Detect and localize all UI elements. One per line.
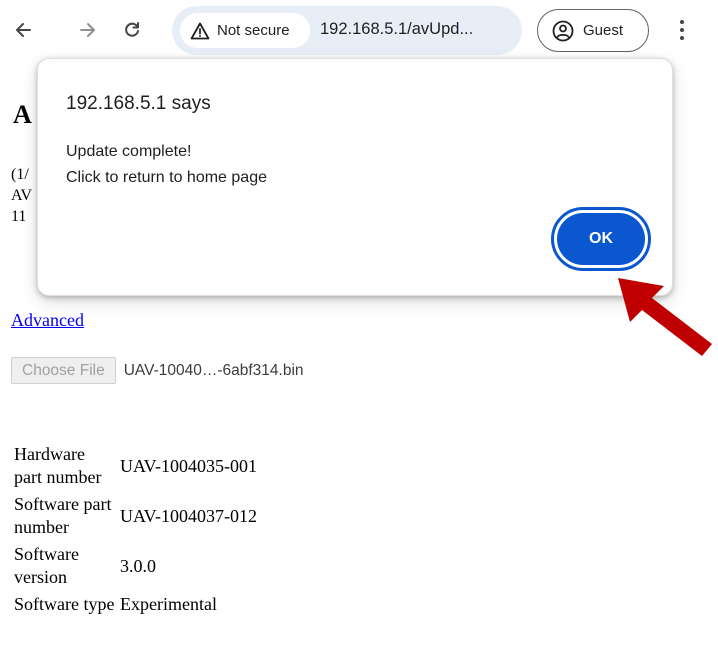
info-lines: (1/ AV 11: [11, 164, 32, 227]
browser-toolbar: Not secure 192.168.5.1/avUpd... Guest: [0, 0, 718, 62]
annotation-arrow-icon: [618, 278, 712, 356]
menu-dot-icon: [680, 20, 684, 24]
reload-button[interactable]: [116, 14, 148, 46]
row-label: Software type: [14, 594, 115, 614]
ok-button[interactable]: OK: [551, 207, 651, 271]
info-line: (1/: [11, 166, 29, 183]
url-text[interactable]: 192.168.5.1/avUpd...: [320, 20, 473, 39]
page-title: A: [13, 100, 32, 129]
profile-label: Guest: [583, 22, 624, 39]
warning-icon: [190, 22, 210, 39]
file-name: UAV-10040…-6abf314.bin: [123, 361, 304, 379]
forward-button[interactable]: [71, 14, 103, 46]
dialog-title: 192.168.5.1 says: [66, 93, 211, 114]
back-button[interactable]: [8, 14, 40, 46]
menu-dot-icon: [680, 36, 684, 40]
dialog-message-line: Click to return to home page: [66, 169, 267, 186]
menu-button[interactable]: [670, 14, 694, 46]
alert-dialog: 192.168.5.1 says Update complete! Click …: [37, 58, 673, 296]
back-arrow-icon: [16, 23, 31, 37]
advanced-link[interactable]: Advanced: [11, 310, 84, 331]
reload-icon: [125, 22, 139, 37]
row-value: 3.0.0: [120, 555, 156, 576]
row-label: Software version: [14, 544, 79, 587]
row-label: Hardware part number: [14, 444, 102, 487]
table-row: Software part number UAV-1004037-012: [13, 492, 289, 540]
table-row: Software version 3.0.0: [13, 542, 289, 590]
row-value: UAV-1004037-012: [120, 505, 258, 526]
row-value: Experimental: [120, 594, 217, 614]
choose-file-button[interactable]: Choose File: [11, 357, 116, 384]
dialog-message-line: Update complete!: [66, 143, 192, 160]
row-label: Software part number: [14, 494, 112, 537]
table-row: Hardware part number UAV-1004035-001: [13, 442, 289, 490]
row-value: UAV-1004035-001: [120, 455, 258, 476]
info-line: 11: [11, 208, 27, 225]
security-label: Not secure: [217, 22, 290, 39]
info-line: AV: [11, 187, 33, 204]
dialog-message: Update complete! Click to return to home…: [66, 139, 267, 191]
menu-dot-icon: [680, 28, 684, 32]
profile-icon: [552, 20, 574, 41]
ok-button-label: OK: [557, 213, 645, 265]
security-chip[interactable]: Not secure: [180, 13, 310, 48]
forward-arrow-icon: [80, 23, 95, 37]
device-info-table: Hardware part number UAV-1004035-001 Sof…: [11, 440, 291, 619]
address-bar[interactable]: Not secure 192.168.5.1/avUpd...: [172, 6, 522, 55]
profile-button[interactable]: Guest: [537, 9, 649, 52]
file-input[interactable]: Choose File UAV-10040…-6abf314.bin: [11, 357, 304, 384]
table-row: Software type Experimental: [13, 592, 289, 617]
